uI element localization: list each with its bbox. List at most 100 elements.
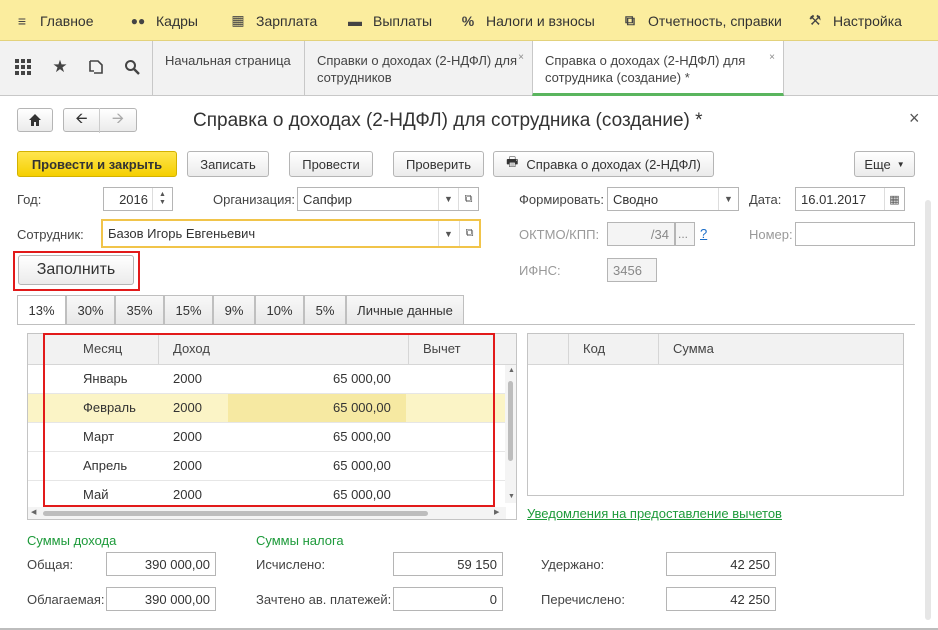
tax-withheld-value: 42 250 bbox=[730, 556, 770, 572]
oktmo-field[interactable]: /34 bbox=[607, 222, 675, 246]
tab-rate-10[interactable]: 10% bbox=[255, 295, 304, 324]
history-icon[interactable] bbox=[86, 57, 106, 77]
forward-icon[interactable]: 🡪 bbox=[100, 108, 136, 133]
tax-calculated-value: 59 150 bbox=[457, 556, 497, 572]
ifns-label: ИФНС: bbox=[519, 263, 561, 278]
home-button[interactable] bbox=[17, 108, 53, 132]
close-icon[interactable]: × bbox=[518, 49, 524, 66]
total-income-value: 390 000,00 bbox=[144, 556, 210, 572]
oktmo-select-button[interactable]: ... bbox=[675, 222, 695, 246]
tab-label: Справки о доходах (2-НДФЛ) для сотрудник… bbox=[317, 53, 518, 85]
search-icon[interactable] bbox=[122, 57, 142, 77]
tax-transferred-field[interactable]: 42 250 bbox=[666, 587, 776, 611]
date-field[interactable]: 16.01.2017 ▦ bbox=[795, 187, 905, 211]
year-value: 2016 bbox=[119, 191, 148, 207]
advance-payments-field[interactable]: 0 bbox=[393, 587, 503, 611]
menu-salary[interactable]: ▦ Зарплата bbox=[230, 0, 317, 41]
print-label: Справка о доходах (2-НДФЛ) bbox=[526, 156, 701, 172]
save-button[interactable]: Записать bbox=[187, 151, 269, 177]
tab-rate-15[interactable]: 15% bbox=[164, 295, 213, 324]
tab-personal-data[interactable]: Личные данные bbox=[346, 295, 464, 324]
more-button[interactable]: Еще ▼ bbox=[854, 151, 915, 177]
dropdown-icon[interactable]: ▼ bbox=[718, 188, 738, 210]
number-label: Номер: bbox=[749, 227, 793, 242]
organization-label: Организация: bbox=[213, 192, 296, 207]
organization-field[interactable]: Сапфир ▼ ⧉ bbox=[297, 187, 479, 211]
taxable-income-field[interactable]: 390 000,00 bbox=[106, 587, 216, 611]
more-label: Еще bbox=[864, 156, 891, 172]
close-icon[interactable]: × bbox=[769, 49, 775, 66]
organization-value: Сапфир bbox=[303, 191, 352, 207]
page-scrollbar[interactable] bbox=[925, 200, 931, 620]
year-field[interactable]: 2016 ▲ ▼ bbox=[103, 187, 173, 211]
table-header: Код Сумма bbox=[528, 334, 903, 365]
vertical-scrollbar[interactable]: ▲ ▼ bbox=[505, 365, 516, 503]
header-sum: Сумма bbox=[673, 341, 714, 356]
post-button[interactable]: Провести bbox=[289, 151, 373, 177]
people-icon: ●● bbox=[130, 13, 146, 28]
ifns-field[interactable]: 3456 bbox=[607, 258, 657, 282]
menu-label: Отчетность, справки bbox=[648, 12, 782, 29]
tab-rate-35[interactable]: 35% bbox=[115, 295, 164, 324]
menu-main[interactable]: ≡ Главное bbox=[14, 0, 94, 41]
advance-payments-value: 0 bbox=[489, 591, 497, 607]
menu-reports[interactable]: ⧉ Отчетность, справки bbox=[622, 0, 782, 41]
open-icon[interactable]: ⧉ bbox=[459, 221, 479, 246]
menu-hr[interactable]: ●● Кадры bbox=[130, 0, 198, 41]
tab-rate-30[interactable]: 30% bbox=[66, 295, 115, 324]
form-mode-field[interactable]: Сводно ▼ bbox=[607, 187, 739, 211]
menu-label: Кадры bbox=[156, 12, 198, 29]
open-icon[interactable]: ⧉ bbox=[458, 188, 478, 210]
menu-label: Настройка bbox=[833, 12, 902, 29]
print-certificate-button[interactable]: 🖶 Справка о доходах (2-НДФЛ) bbox=[493, 151, 714, 177]
tab-label: Начальная страница bbox=[165, 53, 291, 68]
year-label: Год: bbox=[17, 192, 42, 207]
menu-settings[interactable]: ⚒ Настройка bbox=[807, 0, 902, 41]
calendar-icon[interactable]: ▦ bbox=[884, 188, 904, 210]
calculator-icon: ▦ bbox=[231, 12, 245, 28]
employee-value: Базов Игорь Евгеньевич bbox=[108, 226, 256, 241]
number-field[interactable] bbox=[795, 222, 915, 246]
tab-rate-5[interactable]: 5% bbox=[304, 295, 346, 324]
taxable-income-label: Облагаемая: bbox=[27, 592, 105, 607]
form-mode-value: Сводно bbox=[613, 191, 659, 207]
tax-transferred-label: Перечислено: bbox=[541, 592, 625, 607]
highlight-box bbox=[43, 333, 495, 507]
menu-label: Главное bbox=[40, 12, 94, 29]
dropdown-icon[interactable]: ▼ bbox=[438, 221, 458, 246]
horizontal-scrollbar[interactable]: ◀ ▶ bbox=[28, 507, 506, 519]
menu-label: Налоги и взносы bbox=[486, 12, 595, 29]
advance-payments-label: Зачтено ав. платежей: bbox=[256, 592, 392, 607]
close-icon[interactable]: × bbox=[909, 108, 920, 129]
post-and-close-button[interactable]: Провести и закрыть bbox=[17, 151, 177, 177]
deduction-table[interactable]: Код Сумма bbox=[527, 333, 904, 496]
home-icon bbox=[29, 114, 41, 126]
deduction-notices-link[interactable]: Уведомления на предоставление вычетов bbox=[527, 506, 782, 521]
menu-taxes[interactable]: % Налоги и взносы bbox=[460, 0, 595, 41]
help-link[interactable]: ? bbox=[700, 226, 707, 241]
chevron-down-icon: ▼ bbox=[896, 159, 905, 169]
employee-field[interactable]: Базов Игорь Евгеньевич ▼ ⧉ bbox=[101, 219, 481, 248]
income-sums-heading: Суммы дохода bbox=[27, 533, 117, 548]
year-spinner-icon[interactable]: ▲ ▼ bbox=[152, 188, 172, 210]
tab-certificate-create[interactable]: Справка о доходах (2-НДФЛ) для сотрудник… bbox=[532, 41, 784, 96]
star-icon[interactable]: ★ bbox=[50, 57, 70, 77]
check-button[interactable]: Проверить bbox=[393, 151, 484, 177]
dropdown-icon[interactable]: ▼ bbox=[438, 188, 458, 210]
menu-payments[interactable]: ▬ Выплаты bbox=[347, 0, 432, 41]
tab-rate-13[interactable]: 13% bbox=[17, 295, 66, 325]
highlight-box bbox=[13, 251, 140, 291]
tab-certificates-list[interactable]: Справки о доходах (2-НДФЛ) для сотрудник… bbox=[304, 41, 532, 96]
total-income-field[interactable]: 390 000,00 bbox=[106, 552, 216, 576]
date-label: Дата: bbox=[749, 192, 782, 207]
apps-grid-icon[interactable] bbox=[13, 57, 33, 77]
percent-icon: % bbox=[461, 12, 475, 29]
tab-home[interactable]: Начальная страница bbox=[152, 41, 304, 96]
tab-rate-9[interactable]: 9% bbox=[213, 295, 255, 324]
total-income-label: Общая: bbox=[27, 557, 74, 572]
date-value: 16.01.2017 bbox=[801, 191, 867, 207]
back-icon[interactable]: 🡨 bbox=[64, 107, 100, 133]
tax-calculated-field[interactable]: 59 150 bbox=[393, 552, 503, 576]
tax-withheld-field[interactable]: 42 250 bbox=[666, 552, 776, 576]
oktmo-label: ОКТМО/КПП: bbox=[519, 227, 600, 242]
